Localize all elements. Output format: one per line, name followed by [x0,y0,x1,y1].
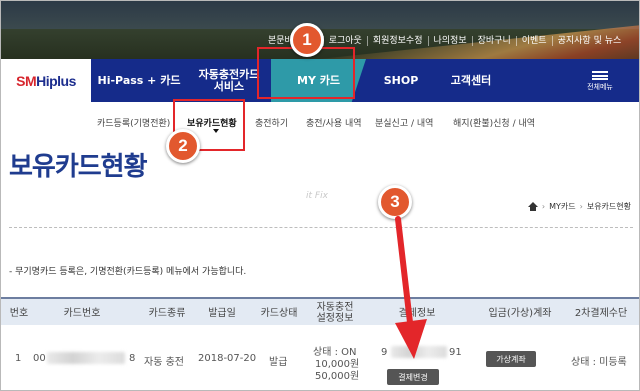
card-type: 자동 충전 [144,357,184,368]
nav-label: Hi-Pass + 카드 [97,73,181,87]
virtual-account-button[interactable]: 가상계좌 [486,351,536,367]
screenshot-frame: 본문바로가기 로그아웃 회원정보수정 나의정보 장바구니 이벤트 공지사항 및 … [0,0,640,391]
edit-profile-link[interactable]: 회원정보수정 [368,36,429,46]
logo-text-red: SM [16,72,37,89]
logout-link[interactable]: 로그아웃 [324,36,368,46]
nav-label: SHOP [383,73,419,87]
breadcrumb: › MY카드 › 보유카드현황 [527,201,631,212]
table-row: 1 00 8 자동 충전 2018-07-20 발급 상태 : ON 10,00… [1,327,639,390]
sub-nav: 카드등록(기명전환) 보유카드현황 충전하기 충전/사용 내역 분실신고 / 내… [1,111,639,133]
subnav-card-register[interactable]: 카드등록(기명전환) [97,116,170,129]
card-number-suffix: 8 [129,353,136,364]
nav-customer-center[interactable]: 고객센터 [436,59,506,102]
col-virtual-account: 입금(가상)계좌 [488,307,552,319]
breadcrumb-separator-icon: › [541,202,546,211]
col-card-number: 카드번호 [63,307,101,319]
issue-date: 2018-07-20 [198,353,257,364]
hamburger-icon [592,71,608,80]
col-card-status: 카드상태 [260,307,298,319]
breadcrumb-my-card[interactable]: MY카드 [549,201,576,212]
annotation-arrow-icon [395,216,427,359]
col-second-payment: 2차결제수단 [574,307,628,319]
notice-text: - 무기명카드 등록은, 기명전환(카드등록) 메뉴에서 가능합니다. [9,267,247,277]
second-payment-status: 상태 : 미등록 [571,357,627,368]
nav-label: 자동충전카드 서비스 [198,67,260,93]
subnav-lost-report[interactable]: 분실신고 / 내역 [375,116,433,129]
nav-shop[interactable]: SHOP [366,59,436,102]
col-issue-date: 발급일 [208,307,236,319]
breadcrumb-current: 보유카드현황 [586,202,631,211]
row-number: 1 [15,353,22,364]
subnav-charge[interactable]: 충전하기 [255,116,288,129]
payment-info-suffix: 91 [449,347,462,358]
annotation-badge-2: 2 [166,129,200,163]
my-info-link[interactable]: 나의정보 [429,36,473,46]
all-menu-label: 전체메뉴 [587,83,613,91]
auto-charge-threshold: 50,000원 [315,371,360,382]
event-link[interactable]: 이벤트 [517,36,553,46]
subnav-charge-history[interactable]: 충전/사용 내역 [306,116,362,129]
table-header: 번호 카드번호 카드종류 발급일 카드상태 자동충전 설정정보 결제정보 입금(… [1,297,639,325]
change-payment-button[interactable]: 결제변경 [387,369,439,385]
breadcrumb-separator-icon: › [579,202,583,211]
site-logo[interactable]: SMHiplus [1,59,91,102]
col-auto-charge: 자동충전 설정정보 [316,302,354,324]
card-number-prefix: 00 [33,353,46,364]
nav-hipass-card[interactable]: Hi-Pass + 카드 [91,59,187,102]
page-title: 보유카드현황 [9,152,148,182]
col-card-type: 카드종류 [148,307,186,319]
card-status: 발급 [269,357,288,368]
subnav-refund-request[interactable]: 해지(환불)신청 / 내역 [453,116,535,129]
notice-news-link[interactable]: 공지사항 및 뉴스 [553,36,627,46]
divider [9,227,633,228]
cart-link[interactable]: 장바구니 [473,36,517,46]
home-icon[interactable] [527,202,538,211]
nav-label: 고객센터 [450,73,492,87]
all-menu-button[interactable]: 전체메뉴 [587,71,613,95]
col-number: 번호 [9,307,29,319]
annotation-badge-1: 1 [290,23,324,57]
watermark: it Fix [306,191,328,201]
masked-card-number [47,352,125,364]
logo-text-blue: Hiplus [36,72,76,89]
